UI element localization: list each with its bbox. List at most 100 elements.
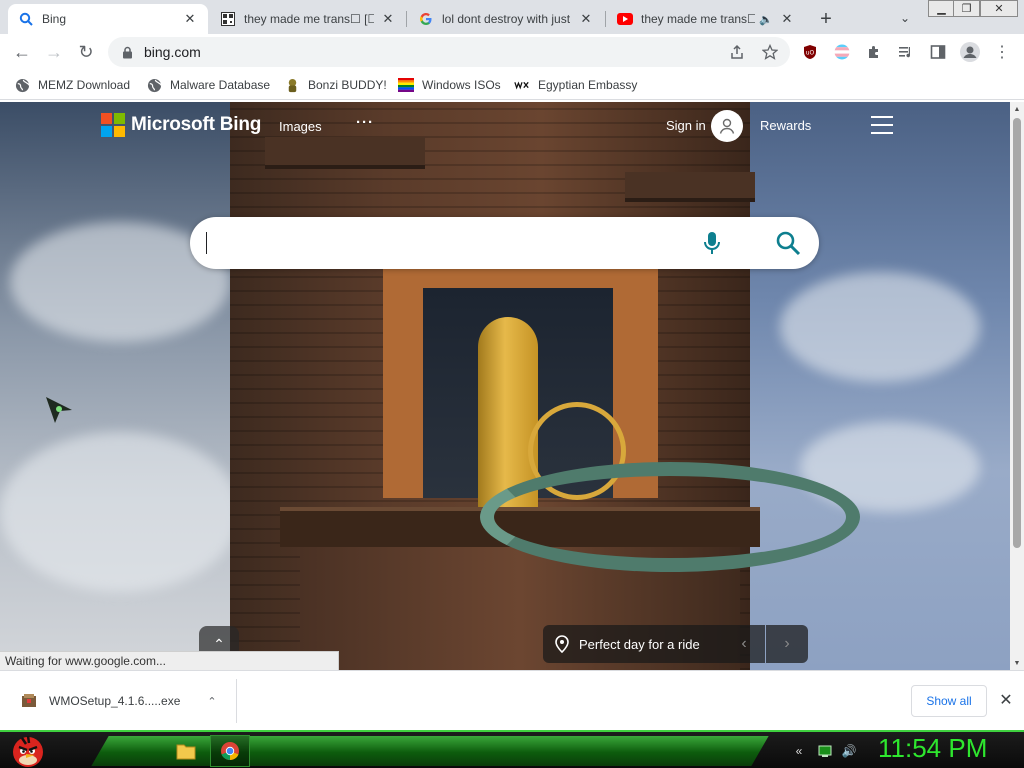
taskbar-chrome-icon[interactable]: [210, 735, 250, 767]
side-panel-icon[interactable]: [928, 42, 948, 62]
window-close-button[interactable]: ✕: [980, 0, 1018, 17]
bookmark-windows-isos[interactable]: Windows ISOs: [398, 75, 501, 95]
address-bar[interactable]: bing.com: [108, 37, 790, 67]
bing-brand-text: Microsoft Bing: [131, 114, 262, 135]
tray-keyboard-icon[interactable]: «: [790, 742, 808, 760]
taskbar-clock[interactable]: 11:54 PM: [878, 733, 987, 764]
bing-homepage: Microsoft Bing Images ··· Sign in Reward…: [0, 102, 1010, 670]
minimize-button[interactable]: ▁: [928, 0, 955, 17]
lock-icon[interactable]: [120, 46, 134, 59]
close-tab-icon[interactable]: ✕: [578, 11, 594, 27]
share-icon[interactable]: [727, 42, 747, 62]
background-balcony: [480, 462, 860, 572]
cloud: [0, 432, 240, 592]
bing-logo[interactable]: Microsoft Bing: [101, 113, 261, 137]
user-avatar-icon[interactable]: [711, 110, 743, 142]
next-image-button[interactable]: ›: [766, 625, 808, 663]
status-bubble: Waiting for www.google.com...: [0, 651, 339, 671]
taskbar: « 🔊 11:54 PM: [0, 730, 1024, 768]
tab-google[interactable]: lol dont destroy with just ✕: [408, 4, 604, 34]
chrome-menu-icon[interactable]: ⋮: [992, 42, 1012, 62]
scroll-down-arrow-icon[interactable]: ▼: [1010, 656, 1024, 670]
tab-bing[interactable]: Bing ✕: [8, 4, 208, 34]
trans-flag-extension-icon[interactable]: [832, 42, 852, 62]
background-sky-right: [740, 102, 1010, 670]
tab-youtube[interactable]: they made me trans☐ 🔈 ✕: [607, 4, 805, 34]
search-icon[interactable]: [774, 229, 802, 257]
vertical-scrollbar[interactable]: ▲ ▼: [1010, 102, 1024, 670]
maximize-button[interactable]: ❐: [953, 0, 980, 17]
extensions-puzzle-icon[interactable]: [864, 42, 884, 62]
qr-icon: [220, 11, 236, 27]
new-tab-button[interactable]: +: [814, 7, 838, 31]
rewards-link[interactable]: Rewards: [760, 118, 811, 133]
forward-button[interactable]: →: [40, 38, 68, 66]
bookmark-bonzi-buddy[interactable]: Bonzi BUDDY!: [284, 75, 387, 95]
download-shelf: WMOSetup_4.1.6.....exe ⌃ Show all ✕: [0, 670, 1024, 730]
bookmark-label: Egyptian Embassy: [538, 78, 638, 92]
media-control-icon[interactable]: [896, 42, 916, 62]
hamburger-menu-icon[interactable]: [871, 116, 893, 134]
audio-playing-icon[interactable]: 🔈: [759, 13, 773, 26]
tab-qr[interactable]: they made me trans☐ [☐ ☐ ✕: [210, 4, 406, 34]
logo-square-blue: [101, 126, 112, 137]
svg-text:uO: uO: [806, 50, 815, 57]
close-tab-icon[interactable]: ✕: [380, 11, 396, 27]
sign-in-link[interactable]: Sign in: [666, 118, 706, 133]
back-button[interactable]: ←: [8, 38, 36, 66]
bookmark-malware-database[interactable]: Malware Database: [146, 75, 270, 95]
bookmark-star-icon[interactable]: [760, 42, 780, 62]
image-caption[interactable]: Perfect day for a ride: [543, 625, 723, 663]
logo-square-yellow: [114, 126, 125, 137]
bookmark-label: Bonzi BUDDY!: [308, 78, 387, 92]
tray-network-icon[interactable]: [816, 742, 834, 760]
logo-square-green: [114, 113, 125, 124]
bookmark-memz-download[interactable]: MEMZ Download: [14, 75, 130, 95]
close-tab-icon[interactable]: ✕: [182, 11, 198, 27]
download-menu-chevron-icon[interactable]: ⌃: [204, 695, 220, 708]
scroll-up-arrow-icon[interactable]: ▲: [1010, 102, 1024, 116]
close-download-shelf-icon[interactable]: ✕: [996, 690, 1016, 710]
close-tab-icon[interactable]: ✕: [779, 11, 795, 27]
nav-more-button[interactable]: ···: [356, 114, 374, 131]
tab-title: they made me trans☐: [641, 12, 756, 26]
nav-images-link[interactable]: Images: [279, 119, 322, 134]
wix-icon: [514, 77, 530, 93]
ublock-icon[interactable]: uO: [800, 42, 820, 62]
tab-search-button[interactable]: ⌄: [894, 7, 916, 29]
menu-line: [871, 124, 893, 126]
globe-icon: [14, 77, 30, 93]
bing-search-icon: [18, 11, 34, 27]
previous-image-button[interactable]: ‹: [723, 625, 765, 663]
bookmark-egyptian-embassy[interactable]: Egyptian Embassy: [514, 75, 637, 95]
tab-title: lol dont destroy with just: [442, 12, 571, 26]
tab-strip: Bing ✕ they made me trans☐ [☐ ☐ ✕ lol do…: [0, 0, 1024, 34]
globe-icon: [146, 77, 162, 93]
text-caret: [206, 232, 207, 254]
youtube-icon: [617, 11, 633, 27]
profile-avatar-icon[interactable]: [960, 42, 980, 62]
menu-line: [871, 132, 893, 134]
download-item[interactable]: WMOSetup_4.1.6.....exe ⌃: [0, 679, 237, 723]
taskbar-file-explorer-icon[interactable]: [166, 735, 206, 767]
tray-volume-icon[interactable]: 🔊: [840, 742, 858, 760]
url-text[interactable]: bing.com: [144, 44, 201, 60]
search-input[interactable]: [206, 229, 676, 257]
reload-button[interactable]: ↻: [72, 38, 100, 66]
background-cornice: [625, 172, 755, 202]
location-pin-icon: [555, 635, 569, 653]
show-all-downloads-button[interactable]: Show all: [911, 685, 987, 717]
bookmark-label: Windows ISOs: [422, 78, 501, 92]
scrollbar-thumb[interactable]: [1013, 118, 1021, 548]
download-file-name: WMOSetup_4.1.6.....exe: [49, 694, 181, 708]
menu-line: [871, 116, 893, 118]
search-box[interactable]: [190, 217, 819, 269]
microphone-icon[interactable]: [699, 230, 725, 256]
bookmark-label: MEMZ Download: [38, 78, 131, 92]
installer-file-icon: [20, 692, 38, 710]
bookmark-label: Malware Database: [170, 78, 271, 92]
background-cornice: [265, 137, 425, 169]
cloud: [780, 272, 980, 382]
start-button-angry-bird-icon[interactable]: [8, 730, 48, 768]
tab-divider: [605, 11, 606, 27]
